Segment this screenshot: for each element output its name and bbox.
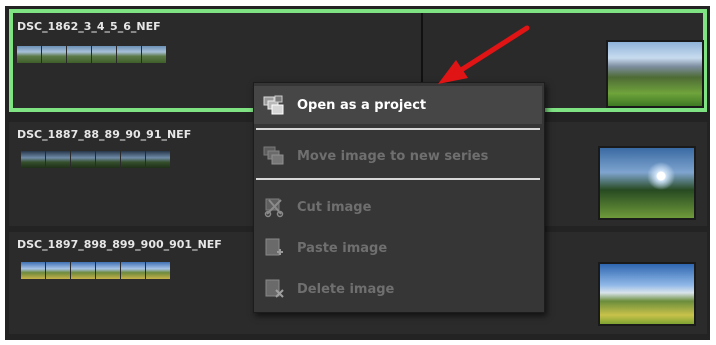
series-thumbnail-strip[interactable] bbox=[21, 262, 170, 280]
menu-item-open-as-project[interactable]: Open as a project bbox=[254, 86, 542, 124]
series-title: DSC_1862_3_4_5_6_NEF bbox=[17, 20, 161, 33]
bracket-thumbnail[interactable] bbox=[17, 46, 41, 63]
series-title: DSC_1897_898_899_900_901_NEF bbox=[17, 238, 222, 251]
bracket-thumbnail[interactable] bbox=[121, 262, 145, 279]
bracket-thumbnail[interactable] bbox=[121, 151, 145, 168]
menu-item-label: Paste image bbox=[297, 240, 388, 256]
menu-item-delete-image[interactable]: Delete image bbox=[254, 271, 542, 307]
menu-separator bbox=[256, 128, 540, 130]
menu-item-label: Move image to new series bbox=[297, 148, 489, 164]
menu-item-label: Open as a project bbox=[297, 97, 427, 113]
bracket-thumbnail[interactable] bbox=[117, 46, 141, 63]
bracket-thumbnail[interactable] bbox=[46, 262, 70, 279]
menu-item-move-to-new-series[interactable]: Move image to new series bbox=[254, 138, 542, 174]
bracket-thumbnail[interactable] bbox=[21, 262, 45, 279]
series-preview-image[interactable] bbox=[606, 40, 704, 108]
paste-icon bbox=[263, 237, 285, 259]
bracket-thumbnail[interactable] bbox=[146, 262, 170, 279]
delete-icon bbox=[263, 278, 285, 300]
bracket-thumbnail[interactable] bbox=[71, 151, 95, 168]
menu-item-label: Delete image bbox=[297, 281, 395, 297]
menu-item-label: Cut image bbox=[297, 199, 372, 215]
series-thumbnail-strip[interactable] bbox=[17, 46, 166, 64]
bracket-thumbnail[interactable] bbox=[71, 262, 95, 279]
bracket-thumbnail[interactable] bbox=[96, 262, 120, 279]
scissors-icon bbox=[263, 196, 285, 218]
series-thumbnail-strip[interactable] bbox=[21, 151, 170, 169]
bracket-thumbnail[interactable] bbox=[146, 151, 170, 168]
bracket-thumbnail[interactable] bbox=[96, 151, 120, 168]
menu-separator bbox=[256, 178, 540, 180]
open-project-icon bbox=[263, 94, 285, 116]
bracket-thumbnail[interactable] bbox=[46, 151, 70, 168]
series-preview-image[interactable] bbox=[598, 146, 696, 220]
menu-item-cut-image[interactable]: Cut image bbox=[254, 189, 542, 225]
bracket-thumbnail[interactable] bbox=[67, 46, 91, 63]
series-preview-image[interactable] bbox=[598, 262, 696, 326]
bracket-thumbnail[interactable] bbox=[42, 46, 66, 63]
series-title: DSC_1887_88_89_90_91_NEF bbox=[17, 128, 192, 141]
bracket-thumbnail[interactable] bbox=[21, 151, 45, 168]
bracket-thumbnail[interactable] bbox=[92, 46, 116, 63]
menu-item-paste-image[interactable]: Paste image bbox=[254, 230, 542, 266]
bracket-thumbnail[interactable] bbox=[142, 46, 166, 63]
move-series-icon bbox=[263, 145, 285, 167]
context-menu: Open as a project Move image to new seri… bbox=[253, 82, 545, 313]
